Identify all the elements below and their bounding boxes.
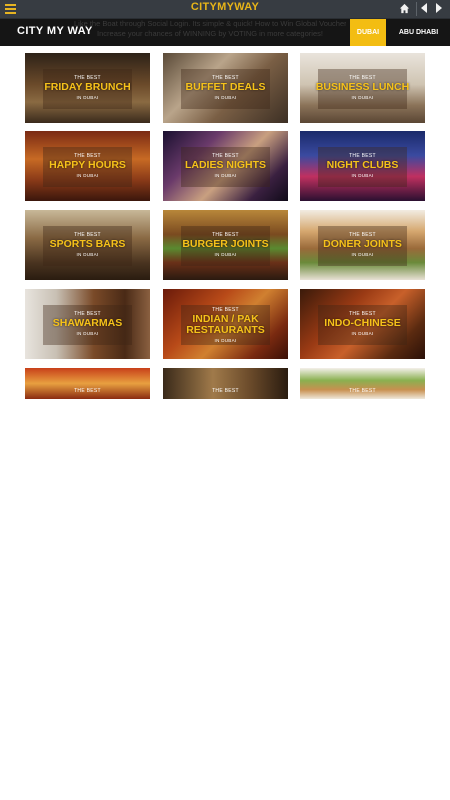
category-tile-buffet-deals[interactable]: THE BEST BUFFET DEALS IN DUBAI [163, 53, 288, 123]
ticker-line-1: Like the Boat through Social Login. Its … [74, 19, 346, 28]
category-tile-indian-pak-restaurants[interactable]: THE BEST INDIAN / PAK RESTAURANTS IN DUB… [163, 289, 288, 359]
forward-arrow-icon[interactable] [436, 3, 442, 13]
category-tile-business-lunch[interactable]: THE BEST BUSINESS LUNCH IN DUBAI [300, 53, 425, 123]
category-tile-ladies-nights[interactable]: THE BEST LADIES NIGHTS IN DUBAI [163, 131, 288, 201]
home-icon[interactable] [399, 3, 410, 14]
ticker-line-2: Increase your chances of WINNING by VOTI… [97, 29, 323, 38]
category-tile-row5-1[interactable]: THE BEST [25, 368, 150, 399]
announcement-ticker: Like the Boat through Social Login. Its … [74, 19, 346, 46]
category-tile-night-clubs[interactable]: THE BEST NIGHT CLUBS IN DUBAI [300, 131, 425, 201]
category-tile-row5-3[interactable]: THE BEST [300, 368, 425, 399]
back-arrow-icon[interactable] [421, 3, 427, 13]
category-tile-happy-hours[interactable]: THE BEST HAPPY HOURS IN DUBAI [25, 131, 150, 201]
category-tile-row5-2[interactable]: THE BEST [163, 368, 288, 399]
category-tile-burger-joints[interactable]: THE BEST BURGER JOINTS IN DUBAI [163, 210, 288, 280]
category-tile-indo-chinese[interactable]: THE BEST INDO-CHINESE IN DUBAI [300, 289, 425, 359]
category-tile-sports-bars[interactable]: THE BEST SPORTS BARS IN DUBAI [25, 210, 150, 280]
category-tile-doner-joints[interactable]: THE BEST DONER JOINTS IN DUBAI [300, 210, 425, 280]
category-tile-friday-brunch[interactable]: THE BEST FRIDAY BRUNCH IN DUBAI [25, 53, 150, 123]
toolbar-divider [416, 2, 417, 16]
tab-dubai[interactable]: DUBAI [350, 19, 386, 46]
site-header: CITY MY WAY Like the Boat through Social… [0, 19, 450, 46]
category-tile-shawarmas[interactable]: THE BEST SHAWARMAS IN DUBAI [25, 289, 150, 359]
tab-abu-dhabi[interactable]: ABU DHABI [387, 19, 450, 46]
top-toolbar: CITYMYWAY [0, 0, 450, 19]
app-title: CITYMYWAY [190, 1, 260, 13]
